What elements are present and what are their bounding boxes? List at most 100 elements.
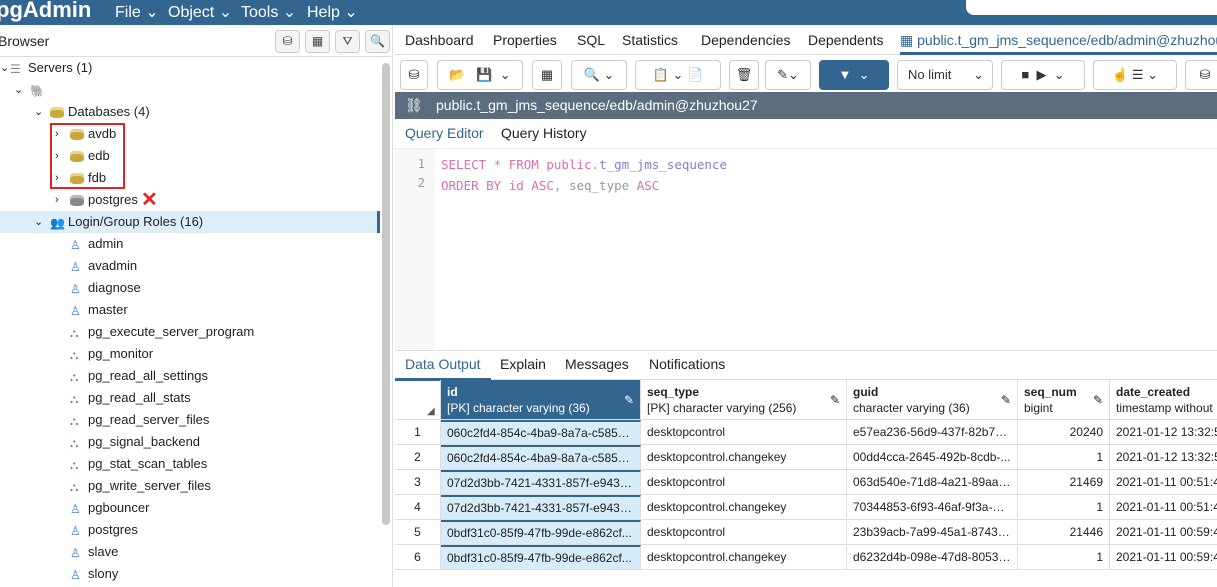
grid-cell[interactable]: 1: [1018, 545, 1110, 570]
grid-cell[interactable]: 23b39acb-7a99-45a1-8743-...: [847, 520, 1018, 545]
column-header-seq_num[interactable]: seq_num bigint ✎: [1018, 380, 1110, 420]
delete-button[interactable]: 🗑: [729, 60, 759, 90]
column-header-seq_type[interactable]: seq_type [PK] character varying (256) ✎: [641, 380, 847, 420]
filter-rows-icon[interactable]: ⛛: [335, 30, 360, 53]
grid-cell[interactable]: desktopcontrol.changekey: [641, 445, 847, 470]
filter-button[interactable]: ▼ ⌄: [819, 60, 889, 90]
chevron-down-icon[interactable]: ⌄: [34, 211, 43, 233]
grid-cell[interactable]: 2021-01-11 00:59:4: [1110, 520, 1217, 545]
tab-query-tool[interactable]: ▦ public.t_gm_jms_sequence/edb/admin@zhu…: [900, 25, 1217, 55]
database-disconnected-icon: [70, 195, 84, 207]
tree-scrollbar[interactable]: [382, 63, 390, 525]
tab-dashboard[interactable]: Dashboard: [405, 32, 474, 48]
grid-cell[interactable]: 2021-01-12 13:32:5: [1110, 420, 1217, 445]
grid-cell[interactable]: 07d2d3bb-7421-4331-857f-e943d...: [441, 495, 641, 520]
sql-editor[interactable]: 12 SELECT * FROM public.t_gm_jms_sequenc…: [395, 148, 1217, 349]
tab-messages[interactable]: Messages: [565, 356, 629, 372]
file-buttons[interactable]: 📂 💾 ⌄: [437, 60, 523, 90]
browser-title: Browser: [0, 33, 50, 49]
tab-data-output[interactable]: Data Output: [395, 351, 491, 381]
tab-query-editor[interactable]: Query Editor: [405, 125, 484, 141]
row-number[interactable]: 2: [395, 445, 441, 470]
tree-label: diagnose: [88, 280, 141, 295]
grid-cell[interactable]: 21446: [1018, 520, 1110, 545]
grid-cell[interactable]: desktopcontrol: [641, 420, 847, 445]
grid-cell[interactable]: 0bdf31c0-85f9-47fb-99de-e862cf...: [441, 545, 641, 570]
edit-column-icon[interactable]: ✎: [624, 392, 634, 408]
row-number[interactable]: 1: [395, 420, 441, 445]
connection-status-button[interactable]: ⛁: [400, 60, 428, 90]
user-role-icon: ♙: [70, 281, 81, 296]
limit-select[interactable]: No limit ⌄: [897, 60, 993, 90]
grid-cell[interactable]: 1: [1018, 445, 1110, 470]
grid-cell[interactable]: e57ea236-56d9-437f-82b7-0...: [847, 420, 1018, 445]
grid-cell[interactable]: 2021-01-12 13:32:5: [1110, 445, 1217, 470]
chevron-down-icon[interactable]: ⌄: [14, 79, 23, 101]
tab-notifications[interactable]: Notifications: [649, 356, 725, 372]
grid-cell[interactable]: d6232d4b-098e-47d8-8053-...: [847, 545, 1018, 570]
explain-buttons[interactable]: ☝ ☰ ⌄: [1093, 60, 1177, 90]
tree-label: pg_monitor: [88, 346, 154, 361]
grid-cell[interactable]: 060c2fd4-854c-4ba9-8a7a-c5853...: [441, 445, 641, 470]
edit-column-icon[interactable]: ✎: [1093, 392, 1103, 408]
tree-label: Servers (1): [28, 60, 93, 75]
view-data-icon[interactable]: ▦: [305, 30, 330, 53]
grid-cell[interactable]: 1: [1018, 495, 1110, 520]
group-role-icon: ⛬: [70, 347, 79, 362]
grid-cell[interactable]: desktopcontrol: [641, 520, 847, 545]
row-number[interactable]: 3: [395, 470, 441, 495]
tab-dependencies[interactable]: Dependencies: [701, 32, 791, 48]
menu-tools[interactable]: Tools ⌄: [241, 2, 296, 22]
menu-file[interactable]: File ⌄: [115, 2, 159, 22]
row-number[interactable]: 6: [395, 545, 441, 570]
grid-cell[interactable]: 20240: [1018, 420, 1110, 445]
column-header-guid[interactable]: guid character varying (36) ✎: [847, 380, 1018, 420]
column-header-id[interactable]: id [PK] character varying (36) ✎: [441, 380, 641, 420]
grid-cell[interactable]: 0bdf31c0-85f9-47fb-99de-e862cf...: [441, 520, 641, 545]
grid-cell[interactable]: 2021-01-11 00:51:4: [1110, 495, 1217, 520]
edit-column-icon[interactable]: ✎: [830, 392, 840, 408]
commit-button[interactable]: ⛁: [1185, 60, 1217, 90]
edit-button[interactable]: ✎⌄: [765, 60, 811, 90]
grid-cell[interactable]: desktopcontrol.changekey: [641, 495, 847, 520]
chevron-down-icon[interactable]: ⌄: [34, 101, 43, 123]
row-number[interactable]: 5: [395, 520, 441, 545]
find-button[interactable]: ▦: [532, 60, 562, 90]
copy-paste-buttons[interactable]: 📋 ⌄ 📄: [635, 60, 721, 90]
grid-cell[interactable]: 060c2fd4-854c-4ba9-8a7a-c5853...: [441, 420, 641, 445]
grid-cell[interactable]: desktopcontrol: [641, 470, 847, 495]
chevron-down-icon[interactable]: ⌄: [0, 57, 9, 79]
search-box[interactable]: [966, 0, 1217, 15]
menu-object[interactable]: Object ⌄: [168, 2, 232, 22]
tree-label: master: [88, 302, 128, 317]
grid-cell[interactable]: 2021-01-11 00:51:4: [1110, 470, 1217, 495]
grid-cell[interactable]: 063d540e-71d8-4a21-89aa-...: [847, 470, 1018, 495]
menu-help[interactable]: Help ⌄: [307, 2, 358, 22]
execute-buttons[interactable]: ■ ▶ ⌄: [1001, 60, 1085, 90]
grid-cell[interactable]: 07d2d3bb-7421-4331-857f-e943d...: [441, 470, 641, 495]
row-number[interactable]: 4: [395, 495, 441, 520]
tree-login-roles[interactable]: ⌄ 👥 Login/Group Roles (16): [0, 211, 380, 233]
tab-query-history[interactable]: Query History: [501, 125, 587, 141]
tab-properties[interactable]: Properties: [493, 32, 557, 48]
column-header-date_created[interactable]: date_created timestamp without: [1110, 380, 1217, 420]
tab-dependents[interactable]: Dependents: [808, 32, 884, 48]
tab-statistics[interactable]: Statistics: [622, 32, 678, 48]
grid-cell[interactable]: desktopcontrol.changekey: [641, 545, 847, 570]
tab-sql[interactable]: SQL: [577, 32, 605, 48]
tab-explain[interactable]: Explain: [500, 356, 546, 372]
grid-cell[interactable]: 21469: [1018, 470, 1110, 495]
grid-cell[interactable]: 70344853-6f93-46af-9f3a-ea...: [847, 495, 1018, 520]
search-button[interactable]: 🔍 ⌄: [571, 60, 627, 90]
edit-column-icon[interactable]: ✎: [1001, 392, 1011, 408]
chevron-right-icon[interactable]: ›: [55, 189, 59, 211]
tree-label: pg_read_all_settings: [88, 368, 208, 383]
roles-icon: 👥: [50, 215, 65, 230]
query-tool-icon[interactable]: ⛁: [275, 30, 300, 53]
grid-cell[interactable]: 00dd4cca-2645-492b-8cdb-...: [847, 445, 1018, 470]
tree-label: postgres: [88, 192, 138, 207]
search-objects-icon[interactable]: 🔍: [365, 30, 390, 53]
tree-label: pg_write_server_files: [88, 478, 211, 493]
grid-cell[interactable]: 2021-01-11 00:59:4: [1110, 545, 1217, 570]
grid-corner[interactable]: ◢: [395, 380, 441, 420]
